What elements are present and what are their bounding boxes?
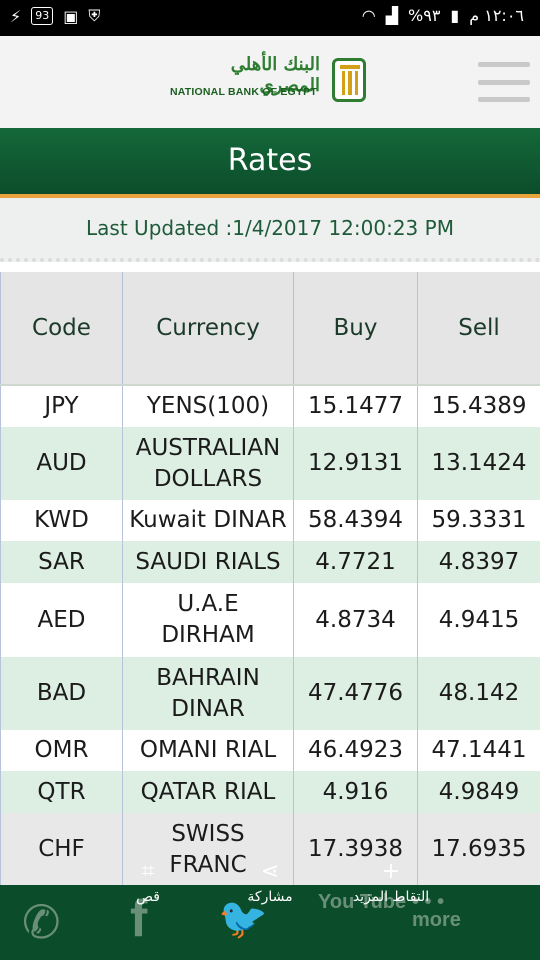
currency-line-2: DOLLARS	[153, 465, 263, 492]
shield-icon: ⛨	[88, 6, 101, 25]
last-updated-text: Last Updated :1/4/2017 12:00:23 PM	[0, 198, 540, 262]
cell-sell: 47.1441	[417, 730, 540, 771]
cell-sell: 48.142	[417, 657, 540, 730]
table-row: AED U.A.E DIRHAM 4.8734 4.9415	[0, 583, 540, 657]
cell-code: SAR	[0, 541, 123, 583]
app-header: البنك الأهلي المصري NATIONAL BANK OF EGY…	[0, 36, 540, 128]
crop-action[interactable]: ⌗ قص	[128, 855, 168, 905]
column-header-buy[interactable]: Buy	[293, 272, 418, 386]
battery-text: %٩٣	[408, 6, 441, 25]
status-right-group: ◠ ▟ %٩٣ ▮ ١٢:٠٦ م	[362, 6, 524, 25]
currency-line-1: Kuwait DINAR	[129, 507, 287, 533]
cell-currency: QATAR RIAL	[122, 771, 294, 813]
cell-code: AUD	[0, 427, 123, 500]
table-row: KWD Kuwait DINAR 58.4394 59.3331	[0, 500, 540, 541]
bank-logo[interactable]: البنك الأهلي المصري NATIONAL BANK OF EGY…	[170, 54, 370, 114]
currency-line-2: DINAR	[171, 695, 245, 722]
cell-code: OMR	[0, 730, 123, 771]
status-bar: ⚡ 93 ▣ ⛨ ◠ ▟ %٩٣ ▮ ١٢:٠٦ م	[0, 0, 540, 36]
currency-line-1: SWISS	[171, 820, 245, 847]
cell-buy: 12.9131	[293, 427, 418, 500]
cell-code: QTR	[0, 771, 123, 813]
currency-line-1: QATAR RIAL	[140, 778, 276, 805]
currency-line-1: AUSTRALIAN	[135, 434, 281, 461]
page-title: Rates	[227, 143, 313, 178]
cell-sell: 59.3331	[417, 500, 540, 541]
cell-code: JPY	[0, 385, 123, 427]
cell-sell: 4.8397	[417, 541, 540, 583]
cell-sell: 15.4389	[417, 385, 540, 427]
currency-line-2: DIRHAM	[161, 622, 255, 648]
table-header-row: Code Currency Buy Sell	[0, 272, 540, 386]
cell-currency: U.A.E DIRHAM	[122, 583, 294, 657]
column-header-code[interactable]: Code	[0, 272, 123, 386]
currency-line-1: OMANI RIAL	[139, 737, 277, 763]
battery-icon: ▮	[450, 6, 460, 25]
cell-buy: 47.4776	[293, 657, 418, 730]
crop-icon: ⌗	[141, 859, 155, 884]
cell-currency: OMANI RIAL	[122, 730, 294, 771]
share-action[interactable]: ⋖ مشاركة	[240, 855, 300, 905]
lightning-icon: ⚡	[10, 6, 22, 26]
cell-buy: 4.916	[293, 771, 418, 813]
hamburger-menu-button[interactable]	[478, 62, 530, 102]
cell-sell: 4.9415	[417, 583, 540, 657]
bank-emblem-icon	[332, 58, 366, 102]
table-row: JPY YENS(100) 15.1477 15.4389	[0, 385, 540, 427]
column-header-currency[interactable]: Currency	[122, 272, 294, 386]
currency-line-1: SAUDI RIALS	[135, 548, 281, 575]
cell-currency: SAUDI RIALS	[122, 541, 294, 583]
cell-currency: Kuwait DINAR	[122, 500, 294, 541]
rates-table: Code Currency Buy Sell JPY YENS(100) 15.…	[0, 272, 540, 886]
signal-icon: ▟	[385, 6, 399, 25]
share-label: مشاركة	[247, 889, 293, 905]
capture-more-action[interactable]: + التقاط المزيد	[346, 855, 436, 905]
share-icon: ⋖	[260, 859, 280, 884]
currency-line-1: BAHRAIN	[156, 664, 260, 691]
cell-buy: 15.1477	[293, 385, 418, 427]
title-bar: Rates	[0, 128, 540, 198]
plus-icon: +	[381, 859, 401, 884]
logo-english-text: NATIONAL BANK OF EGYPT	[170, 86, 317, 98]
cell-currency: YENS(100)	[122, 385, 294, 427]
status-time: ١٢:٠٦ م	[469, 6, 524, 25]
cell-code: AED	[0, 583, 123, 657]
currency-line-1: U.A.E	[177, 591, 239, 617]
cell-buy: 58.4394	[293, 500, 418, 541]
cell-buy: 4.8734	[293, 583, 418, 657]
cell-buy: 4.7721	[293, 541, 418, 583]
table-row: OMR OMANI RIAL 46.4923 47.1441	[0, 730, 540, 771]
image-icon: ▣	[63, 6, 79, 26]
battery-box: 93	[31, 7, 54, 25]
cell-currency: BAHRAIN DINAR	[122, 657, 294, 730]
capture-more-label: التقاط المزيد	[352, 889, 430, 905]
cell-sell: 4.9849	[417, 771, 540, 813]
table-row: BAD BAHRAIN DINAR 47.4776 48.142	[0, 657, 540, 730]
column-header-sell[interactable]: Sell	[417, 272, 540, 386]
table-row: AUD AUSTRALIAN DOLLARS 12.9131 13.1424	[0, 427, 540, 500]
table-row: SAR SAUDI RIALS 4.7721 4.8397	[0, 541, 540, 583]
currency-line-1: YENS(100)	[146, 393, 270, 419]
cell-buy: 46.4923	[293, 730, 418, 771]
table-row: QTR QATAR RIAL 4.916 4.9849	[0, 771, 540, 813]
cell-sell: 13.1424	[417, 427, 540, 500]
cell-code: BAD	[0, 657, 123, 730]
wifi-icon: ◠	[361, 6, 376, 25]
cell-code: KWD	[0, 500, 123, 541]
status-left-icons: ⚡ 93 ▣ ⛨	[10, 6, 100, 26]
crop-label: قص	[136, 889, 160, 905]
screenshot-toolbar: ⌗ قص ⋖ مشاركة + التقاط المزيد	[0, 855, 540, 925]
cell-currency: AUSTRALIAN DOLLARS	[122, 427, 294, 500]
